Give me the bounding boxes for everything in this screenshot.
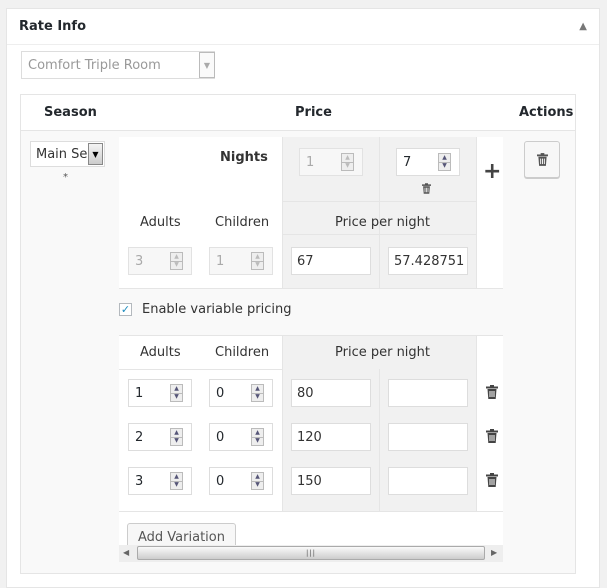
variation-children-input[interactable]: 0 ▲ ▼: [209, 467, 273, 495]
season-header: Season: [44, 105, 97, 120]
spinner-buttons[interactable]: ▲ ▼: [341, 153, 354, 171]
children-label: Children: [215, 345, 270, 360]
scroll-right-icon[interactable]: ▶: [491, 548, 497, 557]
trash-icon[interactable]: [422, 183, 431, 194]
trash-icon: [536, 153, 548, 166]
chevron-down-icon[interactable]: ▼: [88, 143, 103, 165]
nights-label: Nights: [220, 150, 268, 165]
chevron-down-icon[interactable]: ▼: [199, 52, 215, 78]
variations-table: Adults Children Price per night 1 ▲ ▼ 0 ▲…: [119, 335, 503, 561]
base-children-input[interactable]: 1 ▲ ▼: [209, 247, 273, 275]
base-price-input[interactable]: 67: [291, 247, 371, 275]
divider: [282, 234, 476, 235]
price-scroll-area: Nights 1 ▲ ▼ 7 ▲ ▼ + Adults Children Price…: [119, 137, 503, 575]
divider: [119, 369, 282, 370]
divider: [282, 137, 283, 289]
divider: [119, 288, 503, 289]
variable-pricing-label[interactable]: Enable variable pricing: [142, 302, 291, 317]
divider: [119, 511, 503, 512]
triangle-up-icon[interactable]: ▲: [579, 21, 587, 32]
divider: [379, 137, 380, 289]
variation-children-input[interactable]: 0 ▲ ▼: [209, 379, 273, 407]
nights-to-input[interactable]: 7 ▲ ▼: [396, 148, 460, 176]
variation-children-input[interactable]: 0 ▲ ▼: [209, 423, 273, 451]
variation-price-input[interactable]: 80: [291, 379, 371, 407]
price-per-night-label: Price per night: [335, 215, 431, 230]
variation-price-input[interactable]: 120: [291, 423, 371, 451]
spinner-buttons[interactable]: ▲ ▼: [251, 252, 264, 270]
panel-header[interactable]: Rate Info ▲: [7, 9, 599, 45]
divider: [476, 335, 477, 511]
spinner-buttons[interactable]: ▲ ▼: [170, 384, 183, 402]
trash-icon[interactable]: [486, 385, 498, 399]
scroll-left-icon[interactable]: ◀: [123, 548, 129, 557]
adults-label: Adults: [140, 215, 181, 230]
season-select[interactable]: Main Se ▼: [30, 141, 105, 167]
variation-adults-input[interactable]: 2 ▲ ▼: [128, 423, 192, 451]
spinner-buttons[interactable]: ▲ ▼: [170, 252, 183, 270]
spinner-buttons[interactable]: ▲ ▼: [251, 384, 264, 402]
variation-price-input[interactable]: [388, 379, 468, 407]
season-value: Main Se: [36, 146, 88, 162]
variation-adults-input[interactable]: 1 ▲ ▼: [128, 379, 192, 407]
divider: [119, 335, 503, 336]
trash-icon[interactable]: [486, 429, 498, 443]
trash-icon[interactable]: [486, 473, 498, 487]
required-mark: *: [63, 172, 68, 183]
divider: [476, 137, 477, 289]
divider: [379, 369, 380, 511]
divider: [282, 335, 283, 511]
rates-table: Season Price Actions Main Se ▼ * Nights …: [20, 94, 576, 574]
rates-table-header: Season Price Actions: [21, 95, 575, 131]
variation-price-input[interactable]: [388, 467, 468, 495]
actions-header: Actions: [519, 105, 574, 120]
spinner-buttons[interactable]: ▲ ▼: [438, 153, 451, 171]
children-label: Children: [215, 215, 270, 230]
horizontal-scrollbar[interactable]: ◀ ||| ▶: [119, 545, 503, 562]
variation-adults-input[interactable]: 3 ▲ ▼: [128, 467, 192, 495]
variable-pricing-checkbox[interactable]: ✓: [119, 303, 132, 316]
panel-title: Rate Info: [19, 19, 87, 34]
variation-price-input[interactable]: [388, 423, 468, 451]
spinner-buttons[interactable]: ▲ ▼: [170, 472, 183, 490]
nights-table: Nights 1 ▲ ▼ 7 ▲ ▼ + Adults Children Price…: [119, 137, 503, 289]
price-per-night-label: Price per night: [335, 345, 431, 360]
variation-price-input[interactable]: 150: [291, 467, 371, 495]
spinner-buttons[interactable]: ▲ ▼: [251, 472, 264, 490]
base-price-input[interactable]: 57.428751: [388, 247, 468, 275]
divider: [282, 201, 476, 202]
add-nights-column-icon[interactable]: +: [483, 159, 501, 184]
room-type-select[interactable]: Comfort Triple Room ▼: [21, 51, 215, 79]
spinner-buttons[interactable]: ▲ ▼: [251, 428, 264, 446]
delete-rate-button[interactable]: [524, 141, 560, 178]
adults-label: Adults: [140, 345, 181, 360]
room-type-value: Comfort Triple Room: [28, 57, 161, 73]
price-header: Price: [295, 105, 332, 120]
base-adults-input[interactable]: 3 ▲ ▼: [128, 247, 192, 275]
scrollbar-thumb[interactable]: |||: [137, 546, 485, 560]
spinner-buttons[interactable]: ▲ ▼: [170, 428, 183, 446]
nights-from-input[interactable]: 1 ▲ ▼: [299, 148, 363, 176]
